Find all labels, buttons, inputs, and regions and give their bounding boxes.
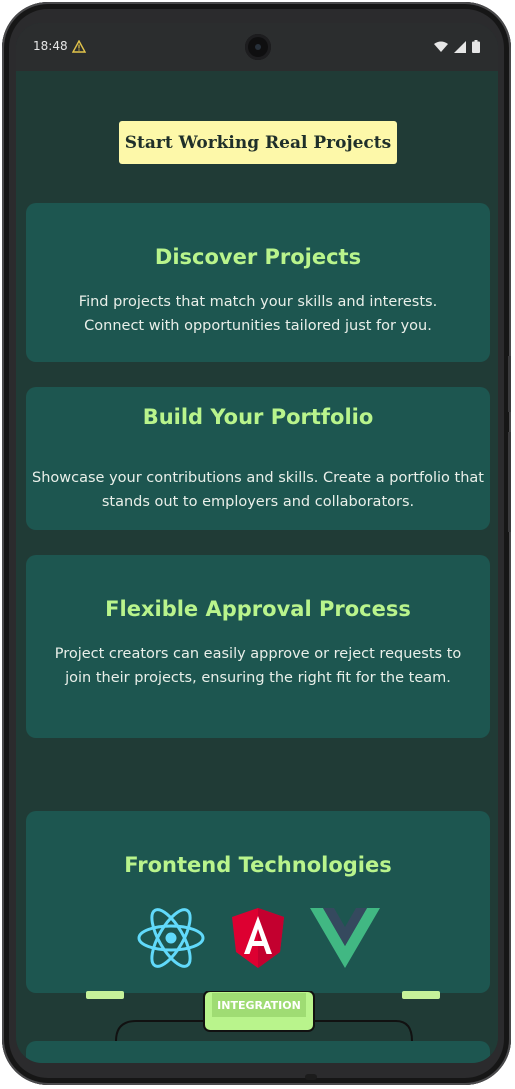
feature-title: Discover Projects (154, 245, 362, 269)
signal-icon (454, 40, 466, 53)
front-camera (245, 34, 271, 60)
volume-button (508, 432, 511, 532)
technologies-title: Frontend Technologies (124, 853, 392, 877)
system-icons (434, 40, 480, 53)
technologies-card: Frontend Technologies (26, 811, 490, 993)
feature-description: Find projects that match your skills and… (78, 294, 438, 334)
status-time: 18:48 (33, 39, 68, 53)
feature-title: Flexible Approval Process (105, 597, 411, 621)
main-content: Start Working Real Projects Discover Pro… (16, 71, 498, 1063)
feature-description: Project creators can easily approve or r… (54, 646, 462, 686)
illustration-label: INTEGRATION (217, 999, 301, 1012)
next-card (26, 1041, 490, 1063)
feature-card-portfolio: Build Your Portfolio Showcase your contr… (26, 387, 490, 530)
feature-title: Build Your Portfolio (142, 405, 374, 429)
phone-frame: 18:48 Start Working Real Projects Discov… (2, 2, 511, 1085)
status-bar: 18:48 (16, 23, 498, 71)
feature-card-approval: Flexible Approval Process Project creato… (26, 555, 490, 738)
battery-icon (472, 40, 480, 53)
react-icon (137, 908, 205, 968)
vue-icon (310, 908, 380, 968)
warning-icon (72, 40, 86, 53)
angular-icon (232, 908, 284, 968)
feature-card-discover: Discover Projects Find projects that mat… (26, 203, 490, 362)
start-projects-button[interactable]: Start Working Real Projects (119, 121, 397, 164)
bottom-notch (305, 1074, 317, 1080)
wifi-icon (434, 41, 448, 52)
feature-description: Showcase your contributions and skills. … (32, 470, 484, 510)
power-button (508, 356, 511, 412)
screen: 18:48 Start Working Real Projects Discov… (16, 23, 498, 1063)
technology-icons (26, 906, 490, 970)
